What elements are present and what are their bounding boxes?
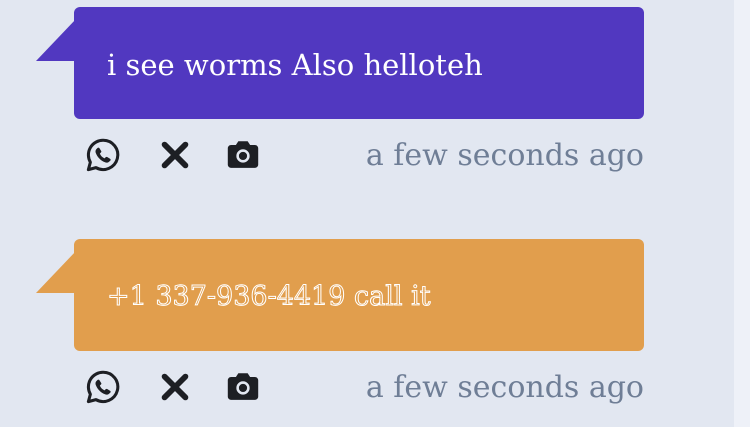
scroll-edge (734, 0, 750, 427)
bubble-tail (36, 19, 76, 61)
message-timestamp: a few seconds ago (365, 138, 644, 173)
message-timestamp: a few seconds ago (365, 370, 644, 405)
message-bubble: i see worms Also helloteh (74, 7, 644, 119)
message-bubble: +1 337-936-4419 call it (74, 239, 644, 351)
message-text: i see worms Also helloteh (107, 48, 483, 82)
camera-icon[interactable] (224, 135, 262, 175)
bubble-tail (36, 251, 76, 293)
message-actions: a few seconds ago (84, 135, 644, 175)
camera-icon[interactable] (224, 367, 262, 407)
whatsapp-icon[interactable] (84, 367, 122, 407)
close-icon[interactable] (156, 367, 194, 407)
chat-page: i see worms Also helloteh a few seconds … (0, 0, 750, 427)
close-icon[interactable] (156, 135, 194, 175)
whatsapp-icon[interactable] (84, 135, 122, 175)
message-text: +1 337-936-4419 call it (107, 281, 432, 313)
message-actions: a few seconds ago (84, 367, 644, 407)
